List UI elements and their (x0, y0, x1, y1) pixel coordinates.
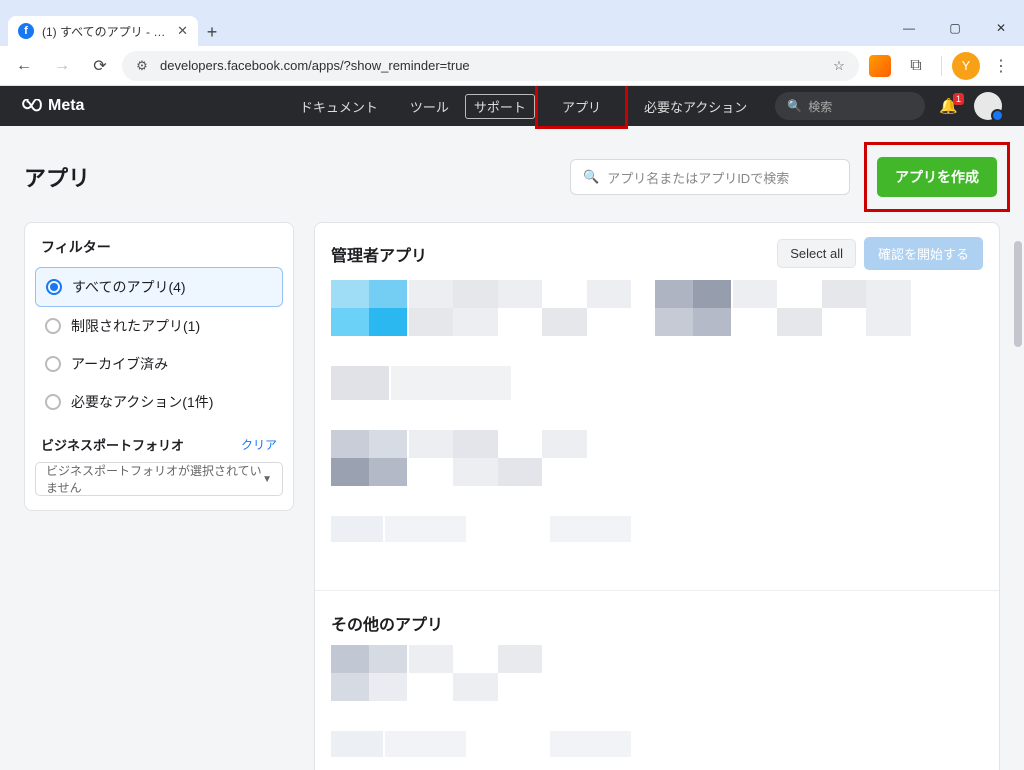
app-card[interactable] (331, 645, 631, 701)
forward-button[interactable]: → (46, 50, 78, 82)
radio-off-icon (45, 318, 61, 334)
app-name-redacted (385, 516, 631, 542)
app-name-redacted (385, 731, 631, 757)
page-viewport: Meta ドキュメント ツール サポート アプリ 必要なアクション 🔍 検索 🔔… (0, 86, 1024, 770)
extensions-icon[interactable]: ⧉ (901, 51, 931, 81)
window-maximize-button[interactable]: ▢ (932, 12, 978, 44)
app-icon (331, 645, 407, 701)
app-card[interactable] (655, 280, 955, 336)
radio-off-icon (45, 394, 61, 410)
app-card[interactable] (331, 430, 631, 486)
nav-support[interactable]: サポート (465, 94, 535, 119)
meta-brand-text: Meta (48, 97, 84, 115)
app-name-redacted (409, 645, 631, 701)
facebook-sub-badge-icon (991, 109, 1004, 122)
portfolio-select[interactable]: ビジネスポートフォリオが選択されていません ▼ (35, 462, 283, 496)
portfolio-placeholder: ビジネスポートフォリオが選択されていません (46, 462, 262, 496)
separator (941, 56, 942, 76)
filter-all-apps[interactable]: すべてのアプリ(4) (35, 267, 283, 307)
other-apps-grid (331, 645, 983, 757)
user-avatar[interactable] (974, 92, 1002, 120)
chevron-down-icon: ▼ (262, 474, 272, 485)
radio-on-icon (46, 279, 62, 295)
new-tab-button[interactable]: + (198, 18, 226, 46)
scroll-thumb[interactable] (1014, 241, 1022, 347)
nav-docs[interactable]: ドキュメント (284, 86, 394, 126)
filter-label: すべてのアプリ(4) (72, 277, 186, 297)
create-app-highlight: アプリを作成 (864, 142, 1010, 212)
window-titlebar (0, 0, 1024, 12)
section-divider (315, 590, 999, 591)
window-close-button[interactable]: ✕ (978, 12, 1024, 44)
app-icon (655, 280, 731, 336)
close-tab-icon[interactable]: ✕ (177, 23, 188, 39)
nav-tools[interactable]: ツール (394, 86, 465, 126)
site-settings-icon[interactable]: ⚙ (134, 58, 150, 74)
portfolio-heading: ビジネスポートフォリオ (41, 435, 184, 454)
browser-tab[interactable]: f (1) すべてのアプリ - Meta for D ✕ (8, 16, 198, 46)
search-icon: 🔍 (583, 169, 599, 185)
facebook-favicon-icon: f (18, 23, 34, 39)
apps-panel: 管理者アプリ Select all 確認を開始する (314, 222, 1000, 770)
app-icon (331, 366, 389, 400)
scrollbar[interactable] (1012, 241, 1024, 766)
select-all-button[interactable]: Select all (777, 239, 856, 268)
other-apps-heading: その他のアプリ (331, 611, 983, 635)
filter-heading: フィルター (35, 237, 283, 267)
nav-required-actions[interactable]: 必要なアクション (628, 86, 763, 126)
clear-portfolio-link[interactable]: クリア (241, 436, 277, 453)
app-name-redacted (733, 280, 955, 336)
meta-header: Meta ドキュメント ツール サポート アプリ 必要なアクション 🔍 検索 🔔… (0, 86, 1024, 126)
meta-infinity-icon (22, 99, 42, 113)
filter-required-actions[interactable]: 必要なアクション(1件) (35, 383, 283, 421)
filter-label: アーカイブ済み (71, 354, 168, 374)
notification-badge: 1 (953, 93, 964, 105)
filter-restricted[interactable]: 制限されたアプリ(1) (35, 307, 283, 345)
header-search-placeholder: 検索 (808, 98, 832, 115)
admin-apps-heading: 管理者アプリ (331, 242, 777, 266)
chrome-profile-avatar[interactable]: Y (952, 52, 980, 80)
filter-label: 必要なアクション(1件) (71, 392, 213, 412)
filter-label: 制限されたアプリ(1) (71, 316, 200, 336)
tab-strip: f (1) すべてのアプリ - Meta for D ✕ + — ▢ ✕ (0, 12, 1024, 46)
app-icon (331, 280, 407, 336)
filter-sidebar: フィルター すべてのアプリ(4) 制限されたアプリ(1) アーカイブ済み (24, 222, 294, 511)
app-card[interactable] (331, 731, 631, 757)
app-search-input[interactable]: 🔍 アプリ名またはアプリIDで検索 (570, 159, 850, 195)
nav-apps[interactable]: アプリ (535, 86, 628, 129)
reload-button[interactable]: ⟳ (84, 50, 116, 82)
app-icon (331, 731, 383, 757)
app-name-redacted (409, 430, 631, 486)
app-card[interactable] (331, 516, 631, 542)
app-name-redacted (409, 280, 631, 336)
app-card[interactable] (331, 366, 591, 400)
start-verify-button[interactable]: 確認を開始する (864, 237, 983, 270)
app-icon (331, 430, 407, 486)
tab-title: (1) すべてのアプリ - Meta for D (42, 23, 169, 40)
back-button[interactable]: ← (8, 50, 40, 82)
app-card[interactable] (331, 280, 631, 336)
bookmark-star-icon[interactable]: ☆ (831, 58, 847, 74)
radio-off-icon (45, 356, 61, 372)
url-field[interactable]: ⚙ developers.facebook.com/apps/?show_rem… (122, 51, 859, 81)
create-app-button[interactable]: アプリを作成 (877, 157, 997, 197)
chrome-menu-icon[interactable]: ⋮ (986, 51, 1016, 81)
notification-bell-icon[interactable]: 🔔 1 (939, 97, 958, 115)
url-text: developers.facebook.com/apps/?show_remin… (160, 58, 821, 73)
meta-logo[interactable]: Meta (22, 97, 84, 115)
app-icon (331, 516, 383, 542)
address-bar: ← → ⟳ ⚙ developers.facebook.com/apps/?sh… (0, 46, 1024, 86)
admin-apps-grid (331, 280, 983, 542)
app-search-placeholder: アプリ名またはアプリIDで検索 (607, 168, 789, 187)
header-search[interactable]: 🔍 検索 (775, 92, 925, 120)
search-icon: 🔍 (787, 99, 802, 113)
app-name-redacted (391, 366, 591, 400)
window-minimize-button[interactable]: — (886, 12, 932, 44)
page-title: アプリ (24, 161, 570, 193)
filter-archived[interactable]: アーカイブ済み (35, 345, 283, 383)
extension-metamask-icon[interactable] (865, 51, 895, 81)
